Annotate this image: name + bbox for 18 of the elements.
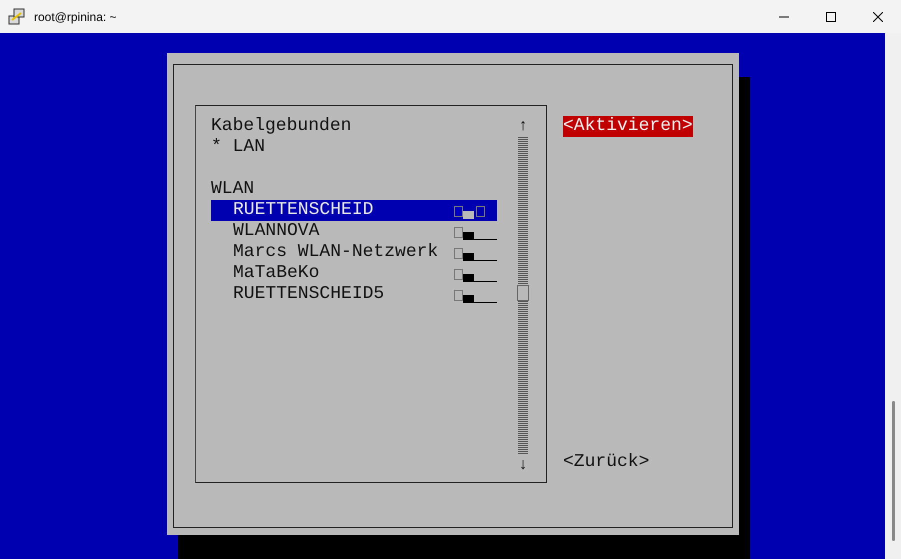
window-scrollbar-thumb[interactable] [892,401,895,541]
scrollbar-thumb[interactable] [517,285,529,301]
activate-button[interactable]: <Aktivieren> [563,116,693,137]
maximize-icon [826,12,836,22]
connection-item[interactable]: * LAN [211,137,266,158]
scroll-down-arrow[interactable]: ↓ [518,455,528,476]
section-heading: WLAN [211,179,254,200]
back-button[interactable]: <Zurück> [563,452,650,473]
network-item[interactable]: MaTaBeKo [211,263,497,284]
section-heading: Kabelgebunden [211,116,352,137]
network-item[interactable]: RUETTENSCHEID5 [211,284,497,305]
terminal-app-icon [8,8,26,26]
network-item[interactable]: RUETTENSCHEID [211,200,497,221]
window-title: root@rpinina: ~ [34,10,117,24]
scroll-up-arrow[interactable]: ↑ [518,116,528,137]
close-icon [872,12,882,22]
network-item[interactable]: Marcs WLAN-Netzwerk [211,242,497,263]
network-item[interactable]: WLANNOVA [211,221,497,242]
